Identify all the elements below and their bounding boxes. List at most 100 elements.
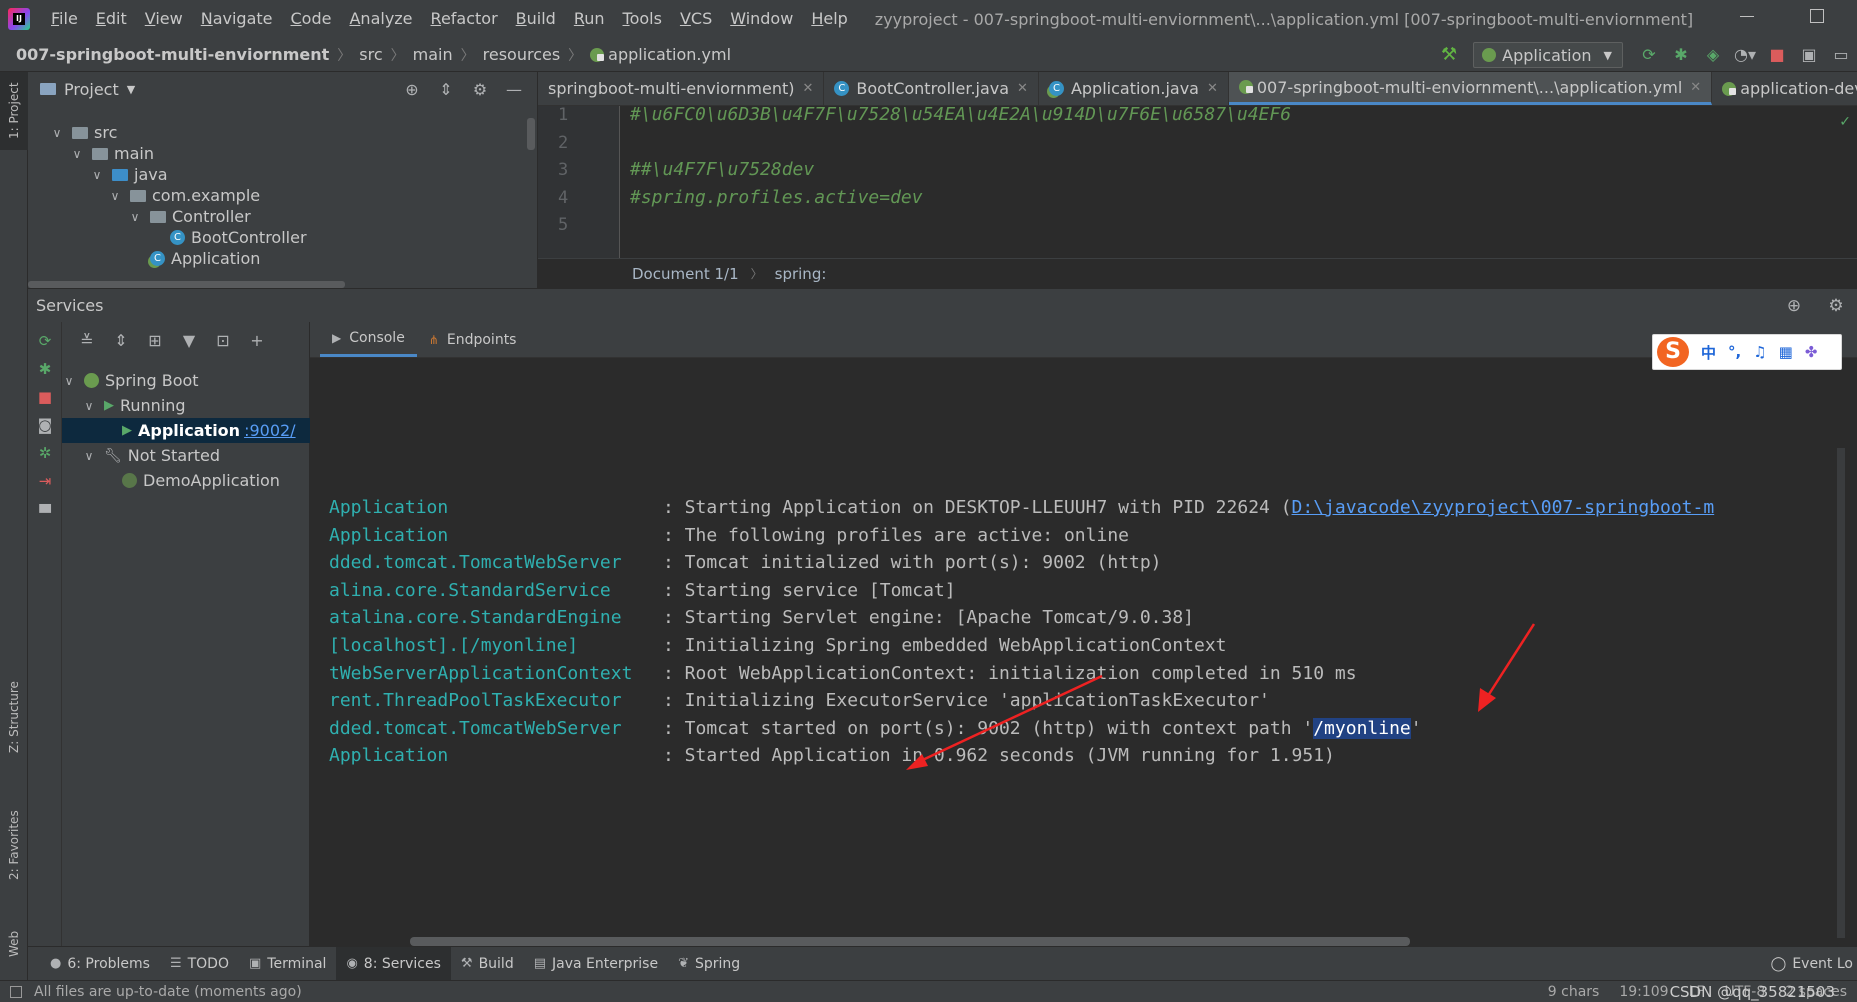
close-icon[interactable]: ✕ bbox=[1207, 81, 1218, 96]
code-line[interactable]: ##\u4F7F\u7528dev bbox=[630, 159, 814, 180]
close-icon[interactable]: ✕ bbox=[1017, 81, 1028, 96]
group-icon[interactable]: ⊞ bbox=[145, 331, 165, 350]
tab-console[interactable]: ▶ Console bbox=[320, 322, 417, 357]
debug-bug-icon[interactable]: ✱ bbox=[1670, 44, 1692, 66]
tool-tab-spring[interactable]: ❦ Spring bbox=[668, 947, 750, 980]
console-vertical-scrollbar[interactable] bbox=[1837, 448, 1845, 938]
tool-windows-toggle-icon[interactable] bbox=[10, 985, 22, 998]
status-message[interactable]: All files are up-to-date (moments ago) bbox=[34, 984, 302, 1000]
chevron-down-icon[interactable]: ∨ bbox=[82, 449, 96, 463]
chevron-down-icon[interactable]: ∨ bbox=[62, 374, 76, 388]
menu-item-build[interactable]: Build bbox=[507, 0, 565, 38]
collapse-all-icon[interactable]: ⇕ bbox=[111, 331, 131, 350]
target-icon[interactable]: ⊕ bbox=[1783, 296, 1805, 316]
gc-icon[interactable]: ✲ bbox=[36, 444, 54, 462]
ime-mode-chinese[interactable]: 中 bbox=[1701, 342, 1716, 363]
structure-tool-tab[interactable]: Z: Structure bbox=[0, 662, 28, 772]
menu-item-code[interactable]: Code bbox=[282, 0, 341, 38]
stop-icon[interactable]: ■ bbox=[1766, 44, 1788, 66]
service-node-not-started[interactable]: ∨ 🔧︎ Not Started bbox=[62, 443, 220, 468]
layout-icon[interactable]: ▭ bbox=[1830, 44, 1852, 66]
tab-endpoints[interactable]: ⋔ Endpoints bbox=[417, 322, 529, 357]
document-indicator[interactable]: Document 1/1 bbox=[632, 265, 739, 283]
menu-item-analyze[interactable]: Analyze bbox=[340, 0, 421, 38]
build-hammer-icon[interactable]: ⚒ bbox=[1439, 45, 1459, 65]
service-node-demo-application[interactable]: DemoApplication bbox=[62, 468, 280, 493]
service-node-running[interactable]: ∨ ▶ Running bbox=[62, 393, 186, 418]
punctuation-icon[interactable]: °, bbox=[1728, 343, 1741, 361]
exit-icon[interactable]: ⇥ bbox=[36, 472, 54, 490]
chevron-down-icon[interactable]: ∨ bbox=[70, 147, 84, 161]
project-vertical-scrollbar[interactable] bbox=[527, 118, 535, 150]
inspection-ok-icon[interactable]: ✓ bbox=[1839, 114, 1851, 130]
chevron-down-icon[interactable]: ∨ bbox=[128, 210, 142, 224]
web-tool-tab[interactable]: Web bbox=[0, 914, 28, 974]
new-tab-icon[interactable]: ⊡ bbox=[213, 331, 233, 350]
tree-node-application[interactable]: C Application bbox=[128, 246, 260, 271]
sogou-logo-icon[interactable]: S bbox=[1657, 337, 1689, 367]
yaml-path[interactable]: spring: bbox=[775, 265, 827, 283]
project-panel-title[interactable]: Project bbox=[64, 80, 119, 99]
rerun-icon[interactable]: ⟳ bbox=[1638, 44, 1660, 66]
editor-tab[interactable]: 007-springboot-multi-enviornment\...\app… bbox=[1228, 72, 1713, 105]
profiler-icon[interactable]: ◔▾ bbox=[1734, 44, 1756, 66]
project-tool-tab[interactable]: 1: Project bbox=[0, 72, 28, 150]
hide-icon[interactable]: — bbox=[504, 80, 524, 99]
project-structure-icon[interactable]: ▣ bbox=[1798, 44, 1820, 66]
breadcrumb-item[interactable]: resources bbox=[483, 45, 561, 64]
chevron-down-icon[interactable]: ∨ bbox=[108, 189, 122, 203]
collapse-all-icon[interactable]: ⇕ bbox=[436, 80, 456, 99]
tool-tab-todo[interactable]: ☰ TODO bbox=[160, 947, 239, 980]
camera-icon[interactable]: ◙ bbox=[36, 416, 54, 434]
microphone-icon[interactable]: ♫ bbox=[1753, 343, 1766, 361]
console-horizontal-scrollbar[interactable] bbox=[410, 937, 1410, 946]
code-editor[interactable]: 1 2 3 4 5 #\u6FC0\u6D3B\u4F7F\u7528\u54EA\u4… bbox=[538, 104, 1857, 258]
menu-item-help[interactable]: Help bbox=[802, 0, 856, 38]
menu-item-edit[interactable]: Edit bbox=[87, 0, 136, 38]
code-line[interactable]: #\u6FC0\u6D3B\u4F7F\u7528\u54EA\u4E2A\u9… bbox=[630, 104, 1291, 125]
run-config-selector[interactable]: Application ▼ bbox=[1473, 42, 1623, 68]
keyboard-icon[interactable]: ▦ bbox=[1779, 343, 1793, 361]
tool-tab-build[interactable]: ⚒ Build bbox=[451, 947, 524, 980]
editor-tab[interactable]: springboot-multi-enviornment) ✕ bbox=[538, 72, 825, 105]
menu-item-refactor[interactable]: Refactor bbox=[422, 0, 507, 38]
console-output[interactable]: Application: Starting Application on DES… bbox=[310, 358, 1857, 946]
tool-tab-6-problems[interactable]: ● 6: Problems bbox=[40, 947, 160, 980]
code-line[interactable]: #spring.profiles.active=dev bbox=[630, 187, 923, 208]
tool-tab-java-enterprise[interactable]: ▤ Java Enterprise bbox=[524, 947, 668, 980]
breadcrumb-item[interactable]: 007-springboot-multi-enviornment bbox=[16, 45, 329, 64]
add-icon[interactable]: + bbox=[247, 331, 267, 350]
maximize-icon[interactable] bbox=[1810, 9, 1824, 23]
chevron-down-icon[interactable]: ▼ bbox=[127, 83, 135, 96]
chevron-down-icon[interactable]: ∨ bbox=[90, 168, 104, 182]
menu-item-window[interactable]: Window bbox=[721, 0, 802, 38]
close-icon[interactable]: ✕ bbox=[802, 81, 813, 96]
favorites-tool-tab[interactable]: 2: Favorites bbox=[0, 790, 28, 900]
breadcrumb-item[interactable]: application.yml bbox=[590, 45, 731, 64]
caret-position[interactable]: 19:109 bbox=[1619, 984, 1668, 1000]
project-horizontal-scrollbar[interactable] bbox=[28, 281, 345, 288]
grid-menu-icon[interactable]: ✤ bbox=[1805, 343, 1818, 361]
menu-item-view[interactable]: View bbox=[136, 0, 192, 38]
intellij-logo-icon[interactable]: IJ bbox=[8, 8, 30, 30]
breadcrumb-item[interactable]: src bbox=[359, 45, 382, 64]
tool-tab-terminal[interactable]: ▣ Terminal bbox=[239, 947, 336, 980]
expand-all-icon[interactable]: ≚ bbox=[77, 331, 97, 350]
tool-tab-8-services[interactable]: ◉ 8: Services bbox=[336, 947, 451, 980]
menu-item-run[interactable]: Run bbox=[565, 0, 614, 38]
coverage-icon[interactable]: ◈ bbox=[1702, 44, 1724, 66]
rerun-icon[interactable]: ⟳ bbox=[36, 332, 54, 350]
menu-item-navigate[interactable]: Navigate bbox=[192, 0, 282, 38]
menu-item-tools[interactable]: Tools bbox=[614, 0, 671, 38]
minimize-icon[interactable] bbox=[1740, 16, 1754, 17]
chevron-down-icon[interactable]: ∨ bbox=[82, 399, 96, 413]
service-node-spring-boot[interactable]: ∨ Spring Boot bbox=[62, 368, 199, 393]
gear-icon[interactable]: ⚙ bbox=[1825, 296, 1847, 316]
menu-item-file[interactable]: File bbox=[42, 0, 87, 38]
editor-tab[interactable]: application-dev.yml✕ bbox=[1712, 72, 1857, 105]
service-node-application[interactable]: ▶ Application :9002/ bbox=[62, 418, 310, 443]
chevron-down-icon[interactable]: ∨ bbox=[50, 126, 64, 140]
breadcrumb-item[interactable]: main bbox=[413, 45, 453, 64]
debug-bug-icon[interactable]: ✱ bbox=[36, 360, 54, 378]
stop-icon[interactable]: ■ bbox=[36, 388, 54, 406]
